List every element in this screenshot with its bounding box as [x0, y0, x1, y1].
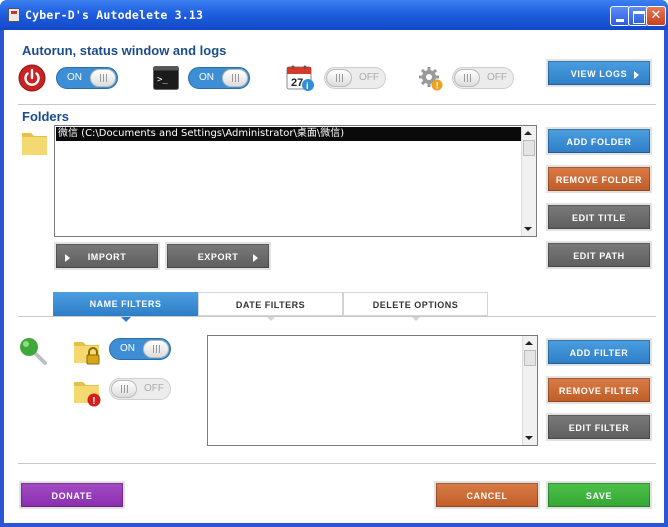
edit-title-button[interactable]: EDIT TITLE	[546, 203, 652, 231]
scroll-down-icon[interactable]	[525, 436, 533, 440]
remove-filter-button[interactable]: REMOVE FILTER	[546, 376, 652, 404]
svg-text:>_: >_	[157, 75, 168, 85]
magnifier-icon	[20, 338, 47, 365]
scroll-up-icon[interactable]	[524, 131, 532, 135]
svg-text:!: !	[92, 396, 95, 407]
calendar-day: 27	[291, 77, 303, 89]
divider	[18, 104, 656, 105]
folder-icon	[22, 133, 47, 155]
folder-warning-icon: !	[74, 382, 101, 407]
folder-list[interactable]: 微信 (C:\Documents and Settings\Administra…	[54, 125, 537, 237]
folders-heading: Folders	[22, 109, 69, 124]
edit-filter-button[interactable]: EDIT FILTER	[546, 413, 652, 441]
title-bar[interactable]: Cyber-D's Autodelete 3.13 ✕	[0, 0, 668, 30]
tab-delete-options[interactable]: DELETE OPTIONS	[343, 292, 488, 321]
warning-filter-toggle[interactable]: OFF	[109, 378, 171, 400]
edit-path-button[interactable]: EDIT PATH	[546, 241, 652, 269]
folder-lock-icon	[74, 342, 100, 365]
donate-button[interactable]: DONATE	[19, 481, 125, 509]
scroll-down-icon[interactable]	[524, 227, 532, 231]
app-window: Cyber-D's Autodelete 3.13 ✕ Autorun, sta…	[0, 0, 668, 527]
view-logs-button[interactable]: VIEW LOGS	[546, 59, 652, 87]
chevron-right-icon	[634, 71, 639, 79]
autorun-heading: Autorun, status window and logs	[22, 43, 227, 58]
folder-list-item[interactable]: 微信 (C:\Documents and Settings\Administra…	[56, 127, 522, 141]
close-icon: ✕	[650, 8, 662, 23]
close-button[interactable]: ✕	[646, 6, 666, 26]
gear-toggle[interactable]: OFF	[452, 67, 514, 89]
scheduler-toggle[interactable]: OFF	[324, 67, 386, 89]
save-button[interactable]: SAVE	[546, 481, 652, 509]
svg-text:i: i	[306, 81, 309, 91]
scroll-up-icon[interactable]	[525, 341, 533, 345]
gear-icon: !	[419, 67, 443, 91]
cancel-button[interactable]: CANCEL	[434, 481, 540, 509]
export-button[interactable]: EXPORT	[165, 242, 271, 270]
filter-list[interactable]	[207, 335, 538, 446]
minimize-button[interactable]	[610, 6, 630, 26]
power-icon	[18, 64, 46, 92]
import-button[interactable]: IMPORT	[54, 242, 160, 270]
tab-name-filters[interactable]: NAME FILTERS	[53, 292, 198, 322]
remove-folder-button[interactable]: REMOVE FOLDER	[546, 165, 652, 193]
divider	[18, 316, 656, 317]
autorun-toggle[interactable]: ON	[56, 67, 118, 89]
tab-date-filters[interactable]: DATE FILTERS	[198, 292, 343, 321]
status-window-toggle[interactable]: ON	[188, 67, 250, 89]
add-filter-button[interactable]: ADD FILTER	[546, 338, 652, 366]
add-folder-button[interactable]: ADD FOLDER	[546, 127, 652, 155]
divider	[18, 463, 656, 464]
folder-list-scrollbar[interactable]	[521, 126, 536, 236]
chevron-right-icon	[65, 254, 70, 262]
console-icon: >_	[153, 66, 179, 90]
svg-text:!: !	[436, 81, 439, 91]
maximize-button[interactable]	[628, 6, 648, 26]
window-title: Cyber-D's Autodelete 3.13	[25, 8, 204, 22]
app-icon[interactable]	[8, 8, 20, 22]
main-panel: Autorun, status window and logs ON >_ ON	[4, 30, 664, 523]
chevron-right-icon	[253, 254, 258, 262]
locked-filter-toggle[interactable]: ON	[109, 338, 171, 360]
calendar-icon: 27 i	[286, 65, 314, 91]
filter-list-scrollbar[interactable]	[522, 336, 537, 445]
